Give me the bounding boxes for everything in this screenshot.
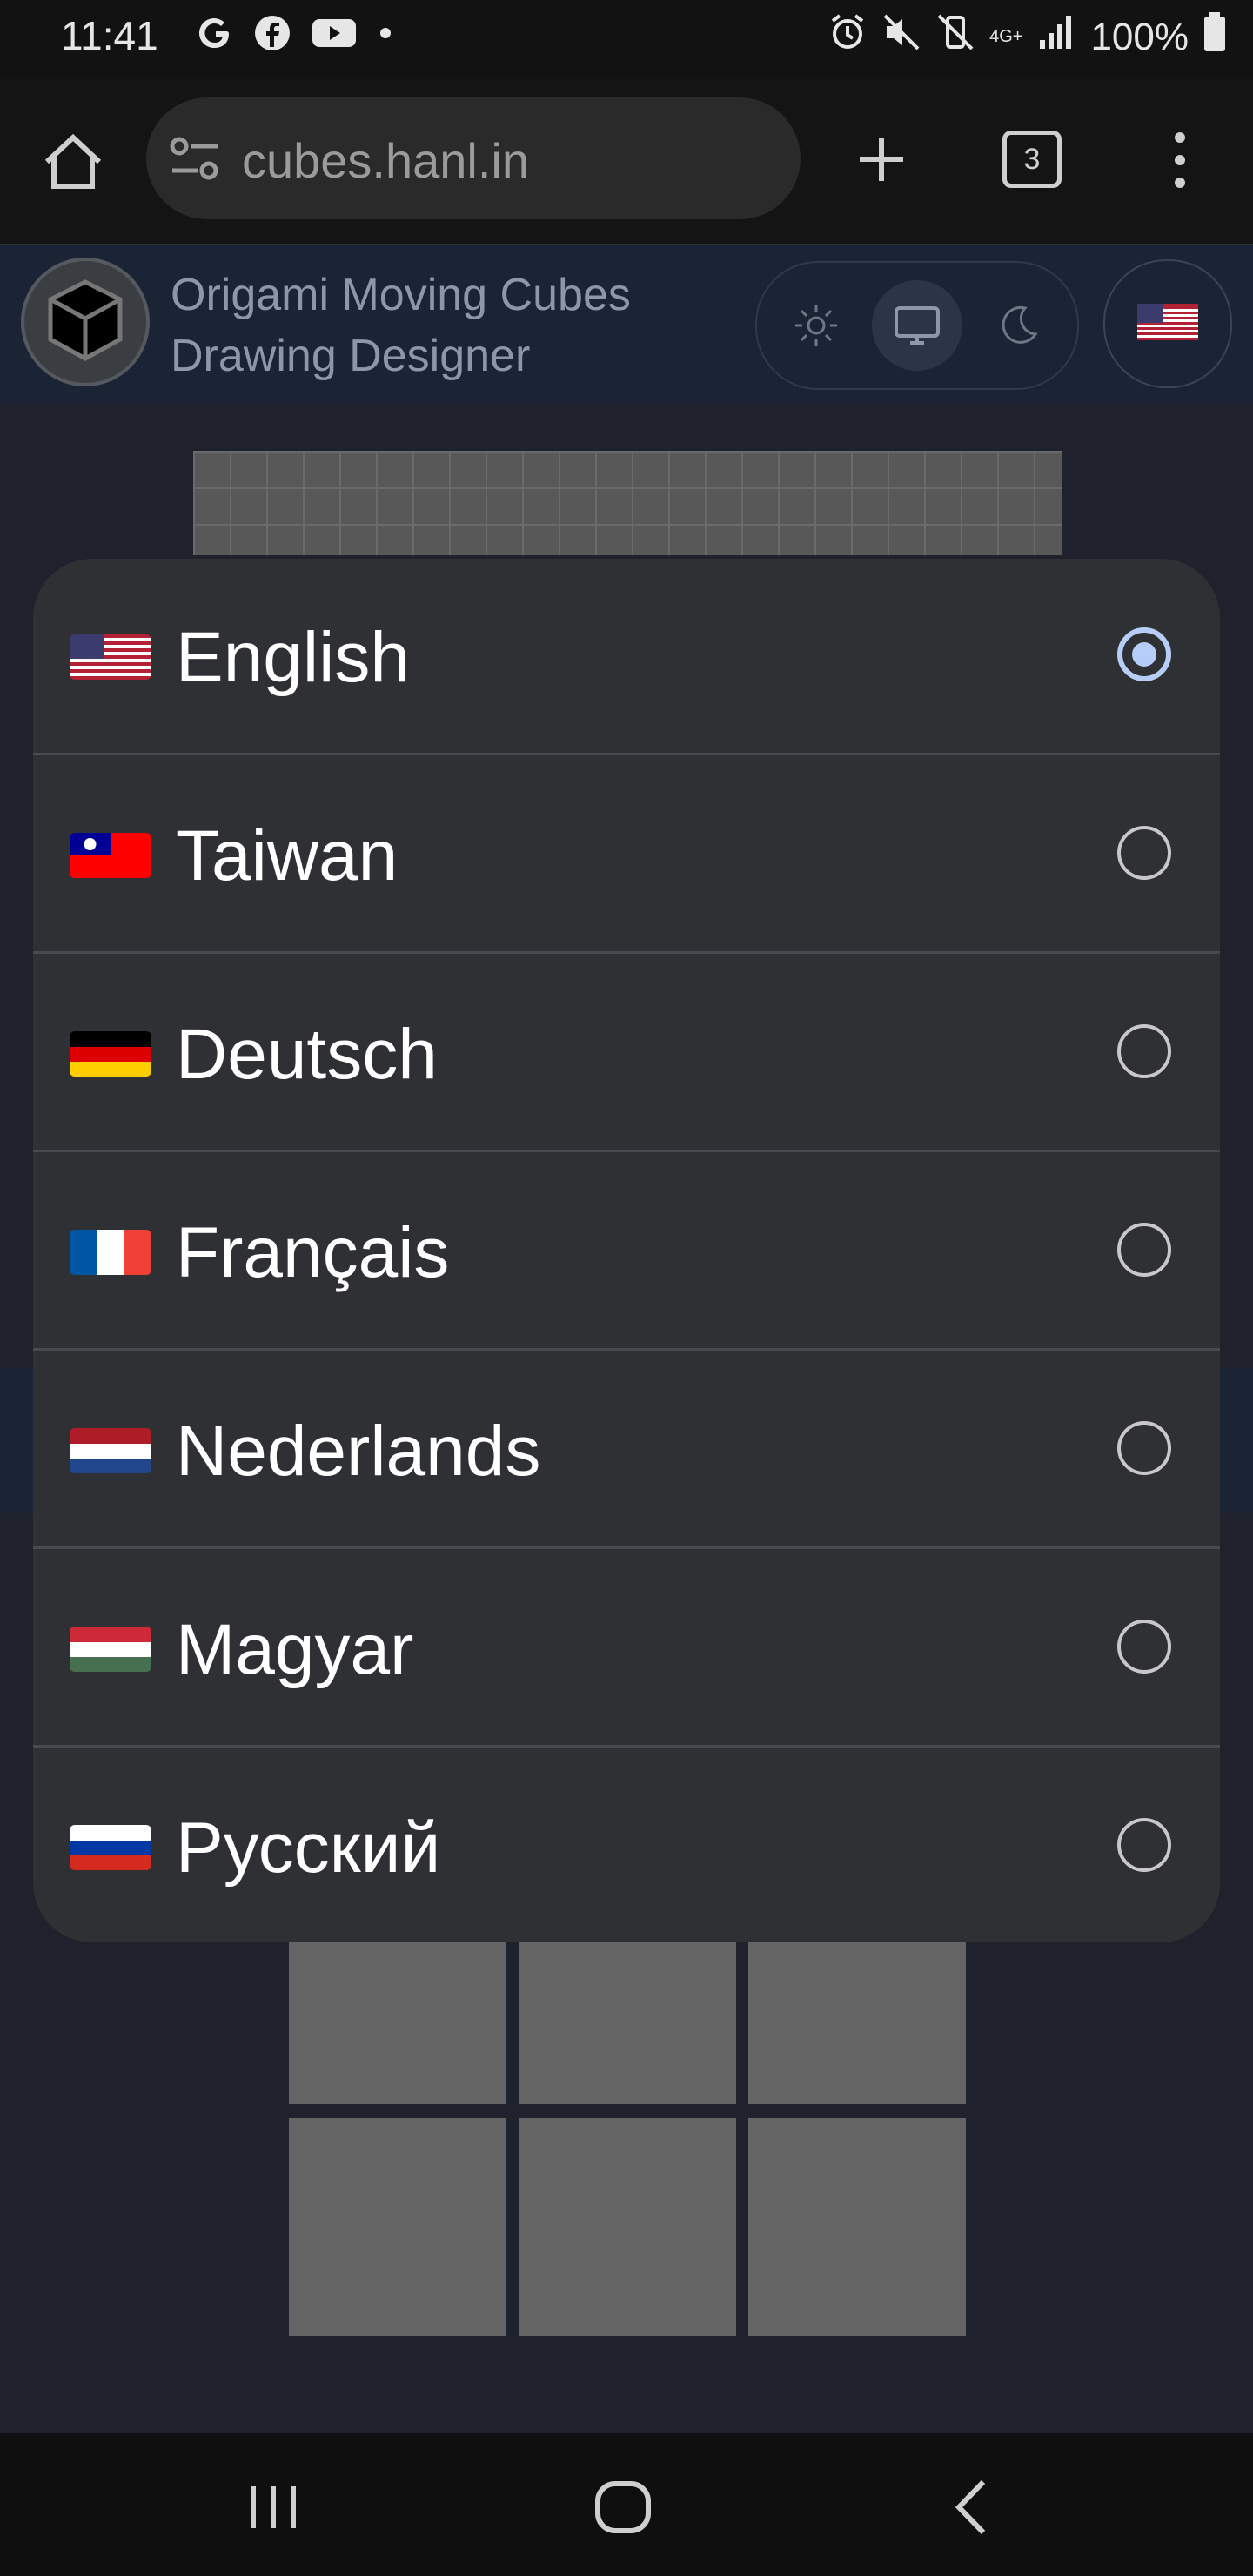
language-label: Magyar [176, 1610, 414, 1689]
grid-cell[interactable] [519, 1942, 736, 2104]
fr-flag-icon [70, 1230, 151, 1275]
site-settings-icon[interactable] [169, 134, 221, 187]
system-nav-bar [0, 2433, 1253, 2576]
tab-count: 3 [1023, 142, 1041, 176]
alarm-icon [828, 12, 868, 62]
theme-dark-button[interactable] [973, 280, 1063, 371]
radio-unselected[interactable] [1117, 1223, 1171, 1277]
language-option-magyar[interactable]: Magyar [33, 1551, 1220, 1748]
divider [33, 1150, 1220, 1152]
language-label: English [176, 618, 410, 697]
divider [33, 1745, 1220, 1748]
radio-unselected[interactable] [1117, 1421, 1171, 1475]
youtube-icon [311, 16, 358, 55]
vibrate-icon [935, 12, 975, 62]
radio-unselected[interactable] [1117, 1818, 1171, 1872]
site-title-line1: Origami Moving Cubes [171, 270, 631, 320]
back-button[interactable] [921, 2468, 1025, 2546]
us-flag-icon [70, 634, 151, 680]
more-options-icon[interactable] [1161, 127, 1199, 198]
cube-logo-icon[interactable] [21, 258, 150, 386]
language-button[interactable] [1103, 259, 1232, 388]
language-dialog: English Taiwan Deutsch Français Nederlan… [33, 559, 1220, 1942]
language-option-english[interactable]: English [33, 559, 1220, 755]
notification-icons [196, 14, 394, 57]
divider [33, 753, 1220, 755]
language-option-taiwan[interactable]: Taiwan [33, 757, 1220, 954]
status-bar: 11:41 4G+ 100% [0, 0, 1253, 78]
signal-icon [1036, 12, 1076, 62]
radio-unselected[interactable] [1117, 1024, 1171, 1078]
radio-selected[interactable] [1117, 627, 1171, 681]
address-bar[interactable]: cubes.hanl.in [146, 97, 801, 219]
radio-unselected[interactable] [1117, 826, 1171, 880]
dot-icon [377, 24, 394, 46]
theme-system-button[interactable] [872, 280, 962, 371]
theme-toggle [755, 261, 1079, 390]
site-title-line2: Drawing Designer [171, 331, 531, 381]
language-option-russian[interactable]: Русский [33, 1749, 1220, 1942]
grid-cell[interactable] [289, 2118, 506, 2336]
grid-cell[interactable] [519, 2118, 736, 2336]
divider [33, 1546, 1220, 1549]
divider [33, 951, 1220, 954]
home-button[interactable] [571, 2468, 675, 2546]
battery-percent: 100% [1090, 15, 1189, 58]
grid-cell[interactable] [289, 1942, 506, 2104]
home-icon[interactable] [40, 129, 106, 199]
browser-toolbar: cubes.hanl.in 3 [0, 78, 1253, 245]
theme-light-button[interactable] [771, 280, 861, 371]
language-option-nederlands[interactable]: Nederlands [33, 1352, 1220, 1549]
mute-icon [881, 12, 921, 62]
language-label: Русский [176, 1808, 441, 1888]
facebook-icon [253, 14, 291, 57]
hu-flag-icon [70, 1627, 151, 1672]
ru-flag-icon [70, 1825, 151, 1870]
language-label: Taiwan [176, 816, 399, 896]
nl-flag-icon [70, 1428, 151, 1473]
site-title: Origami Moving Cubes Drawing Designer [171, 265, 631, 386]
status-time: 11:41 [61, 13, 158, 58]
grid-cell[interactable] [748, 1942, 966, 2104]
language-label: Nederlands [176, 1412, 541, 1491]
network-type: 4G+ [989, 27, 1023, 46]
google-icon [196, 14, 234, 57]
battery-icon [1203, 12, 1227, 62]
tab-switcher-button[interactable]: 3 [1002, 131, 1062, 188]
language-label: Français [176, 1213, 450, 1292]
language-option-francais[interactable]: Français [33, 1154, 1220, 1351]
tw-flag-icon [70, 833, 151, 878]
new-tab-icon[interactable] [853, 131, 910, 192]
us-flag-icon [1137, 303, 1198, 345]
de-flag-icon [70, 1031, 151, 1077]
url-text[interactable]: cubes.hanl.in [242, 132, 529, 189]
recents-button[interactable] [221, 2468, 325, 2546]
language-label: Deutsch [176, 1015, 438, 1094]
divider [33, 1348, 1220, 1351]
radio-unselected[interactable] [1117, 1620, 1171, 1674]
language-option-deutsch[interactable]: Deutsch [33, 956, 1220, 1152]
drawing-grid[interactable] [193, 451, 1062, 555]
grid-cell[interactable] [748, 2118, 966, 2336]
system-icons: 4G+ 100% [828, 12, 1227, 62]
site-header: Origami Moving Cubes Drawing Designer [0, 245, 1253, 402]
